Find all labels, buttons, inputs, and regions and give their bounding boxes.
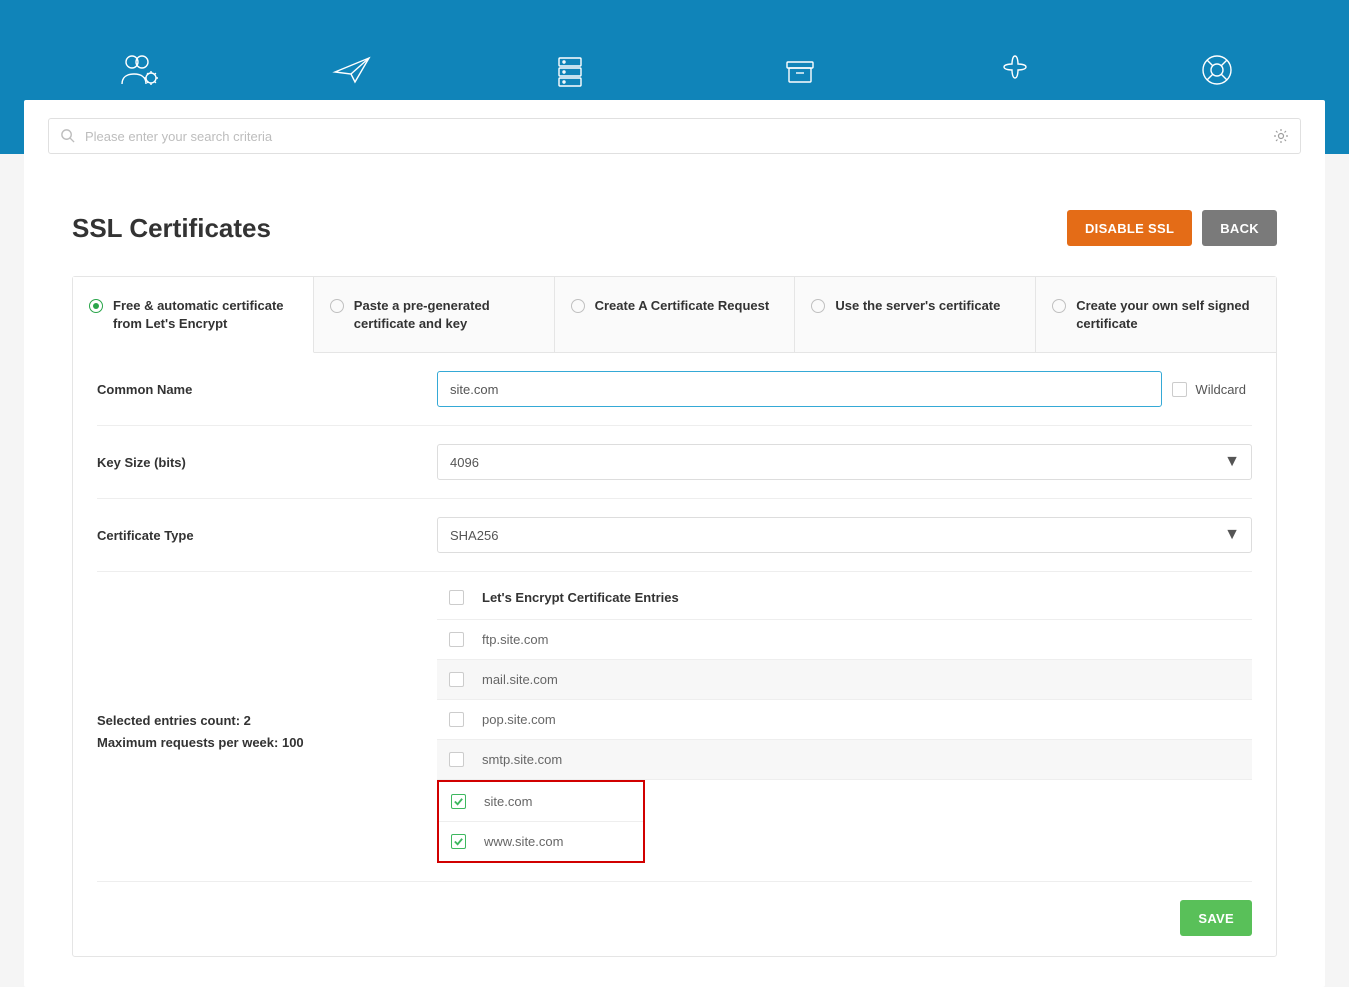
- entry-row[interactable]: ftp.site.com: [437, 620, 1252, 660]
- checkbox-icon[interactable]: [449, 712, 464, 727]
- paper-plane-icon: [304, 50, 400, 90]
- disable-ssl-button[interactable]: DISABLE SSL: [1067, 210, 1192, 246]
- common-name-input[interactable]: [437, 371, 1162, 407]
- label-key-size: Key Size (bits): [97, 455, 437, 470]
- entry-name: smtp.site.com: [482, 752, 562, 767]
- checkbox-icon[interactable]: [451, 794, 466, 809]
- key-size-select[interactable]: 4096: [437, 444, 1252, 480]
- row-cert-type: Certificate Type SHA256 ▼: [97, 499, 1252, 572]
- tab-row: Free & automatic certificate from Let's …: [73, 277, 1276, 353]
- radio-icon: [1052, 299, 1066, 313]
- users-gear-icon: [85, 50, 194, 90]
- search-icon: [60, 128, 75, 148]
- entry-name: mail.site.com: [482, 672, 558, 687]
- search-input[interactable]: [48, 118, 1301, 154]
- checkbox-icon[interactable]: [449, 672, 464, 687]
- row-key-size: Key Size (bits) 4096 ▼: [97, 426, 1252, 499]
- tab-self-signed[interactable]: Create your own self signed certificate: [1036, 277, 1276, 353]
- search-bar: [24, 100, 1325, 154]
- max-requests: Maximum requests per week: 100: [97, 732, 417, 754]
- ssl-form-box: Free & automatic certificate from Let's …: [72, 276, 1277, 957]
- checkbox-icon[interactable]: [449, 632, 464, 647]
- label-common-name: Common Name: [97, 382, 437, 397]
- entry-row[interactable]: site.com: [439, 782, 643, 822]
- highlighted-entries: site.com www.site.com: [437, 780, 645, 863]
- entry-name: ftp.site.com: [482, 632, 548, 647]
- radio-icon: [89, 299, 103, 313]
- page-title: SSL Certificates: [72, 213, 271, 244]
- radio-icon: [571, 299, 585, 313]
- save-row: SAVE: [73, 882, 1276, 936]
- entry-name: site.com: [484, 794, 532, 809]
- tab-lets-encrypt[interactable]: Free & automatic certificate from Let's …: [73, 277, 314, 353]
- lifebuoy-icon: [1170, 50, 1265, 90]
- row-entries: Selected entries count: 2 Maximum reques…: [97, 572, 1252, 881]
- checkbox-icon[interactable]: [449, 752, 464, 767]
- content-panel: SSL Certificates DISABLE SSL BACK Free &…: [24, 100, 1325, 987]
- server-icon: [510, 50, 630, 90]
- entry-name: pop.site.com: [482, 712, 556, 727]
- radio-icon: [330, 299, 344, 313]
- archive-icon: [740, 50, 860, 90]
- entry-row[interactable]: smtp.site.com: [437, 740, 1252, 780]
- entry-row[interactable]: pop.site.com: [437, 700, 1252, 740]
- radio-icon: [811, 299, 825, 313]
- entries-header: Let's Encrypt Certificate Entries: [437, 590, 1252, 620]
- tab-paste-cert[interactable]: Paste a pre-generated certificate and ke…: [314, 277, 555, 353]
- entries-side-info: Selected entries count: 2 Maximum reques…: [97, 590, 437, 754]
- select-all-checkbox[interactable]: [449, 590, 464, 605]
- wildcard-checkbox[interactable]: Wildcard: [1172, 382, 1252, 397]
- entry-row[interactable]: mail.site.com: [437, 660, 1252, 700]
- checkbox-icon[interactable]: [451, 834, 466, 849]
- checkbox-icon: [1172, 382, 1187, 397]
- cert-type-select[interactable]: SHA256: [437, 517, 1252, 553]
- row-common-name: Common Name Wildcard: [97, 353, 1252, 426]
- gear-icon[interactable]: [1273, 128, 1289, 149]
- header-buttons: DISABLE SSL BACK: [1067, 210, 1277, 246]
- page-header: SSL Certificates DISABLE SSL BACK: [24, 154, 1325, 276]
- selected-count: Selected entries count: 2: [97, 710, 417, 732]
- entry-row[interactable]: www.site.com: [439, 822, 643, 861]
- save-button[interactable]: SAVE: [1180, 900, 1252, 936]
- entry-name: www.site.com: [484, 834, 563, 849]
- plus-icon: [970, 50, 1060, 90]
- tab-server-cert[interactable]: Use the server's certificate: [795, 277, 1036, 353]
- form-body: Common Name Wildcard Key Size (bits): [73, 353, 1276, 956]
- entries-table: Let's Encrypt Certificate Entries ftp.si…: [437, 590, 1252, 863]
- back-button[interactable]: BACK: [1202, 210, 1277, 246]
- tab-create-csr[interactable]: Create A Certificate Request: [555, 277, 796, 353]
- label-cert-type: Certificate Type: [97, 528, 437, 543]
